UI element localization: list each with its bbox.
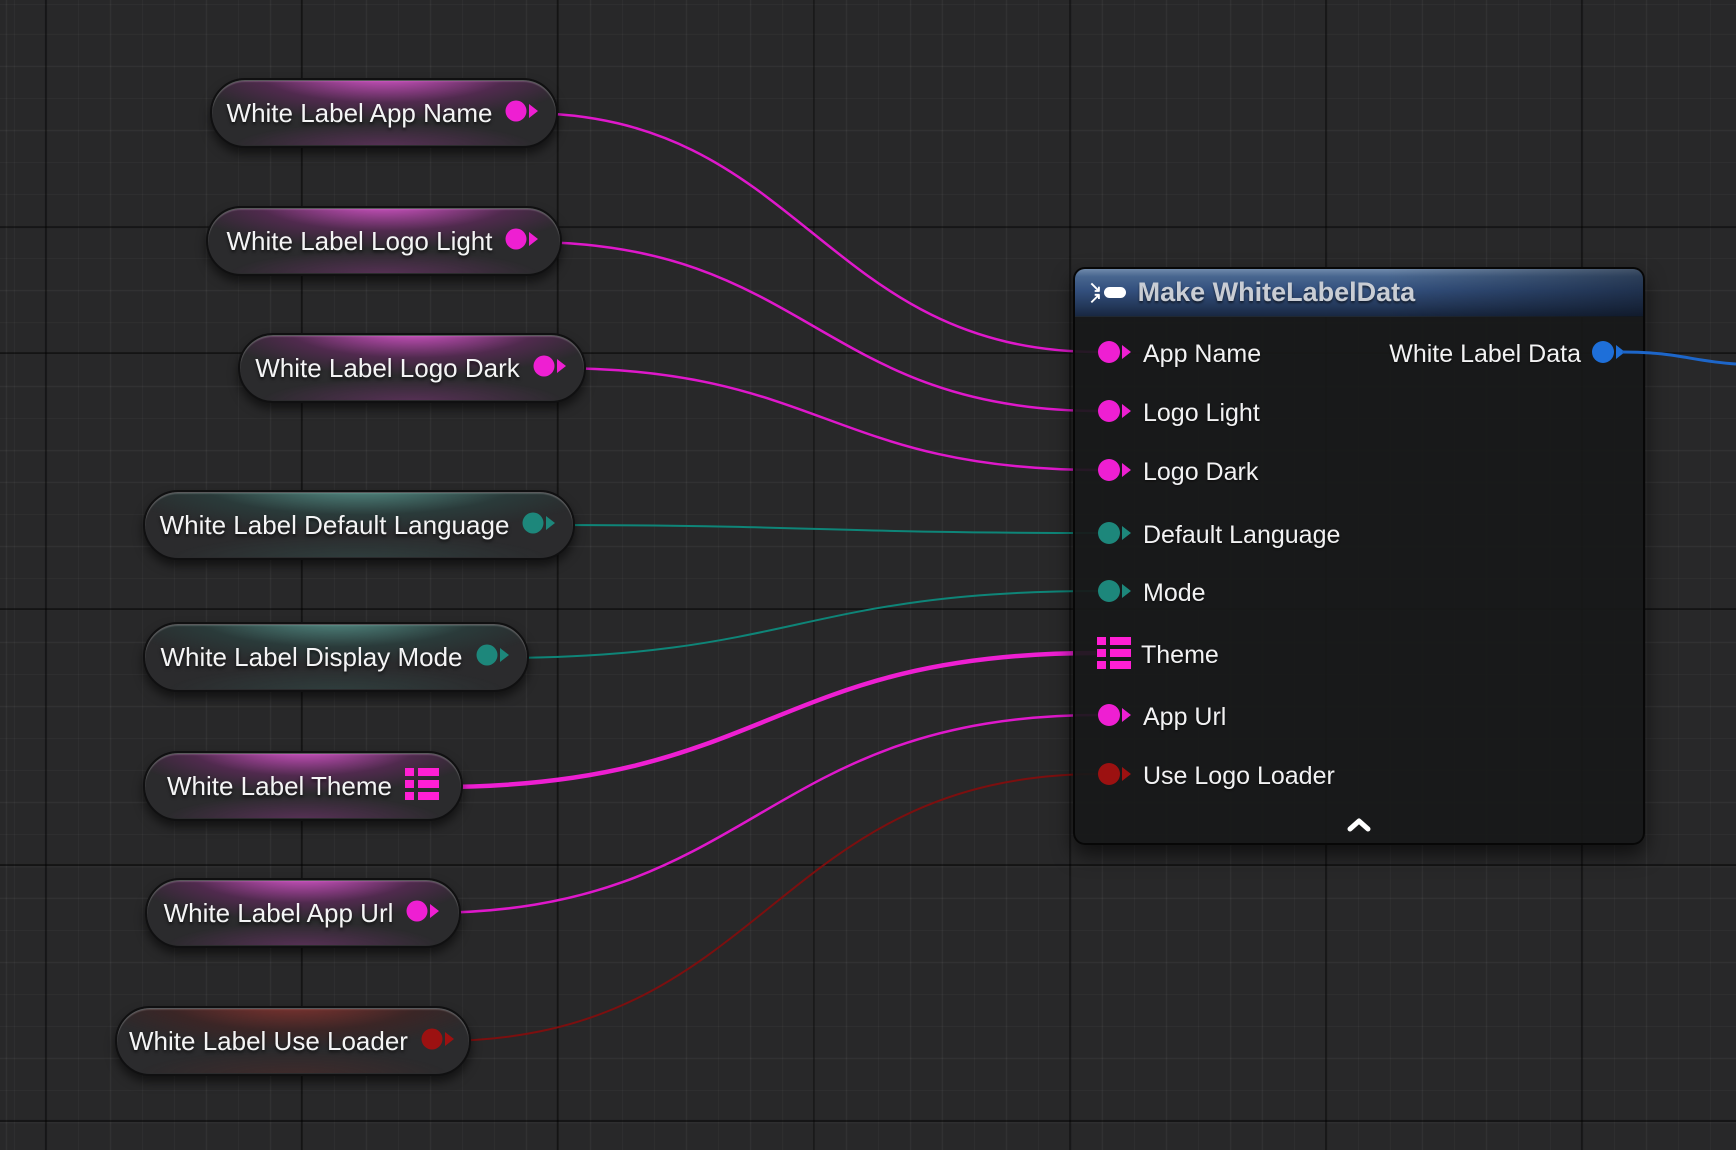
blueprint-graph-canvas[interactable]: White Label App Name White Label Logo Li… (0, 0, 1736, 1150)
wire-white-label-data[interactable] (1622, 352, 1736, 364)
output-wire-layer (0, 0, 1736, 1150)
